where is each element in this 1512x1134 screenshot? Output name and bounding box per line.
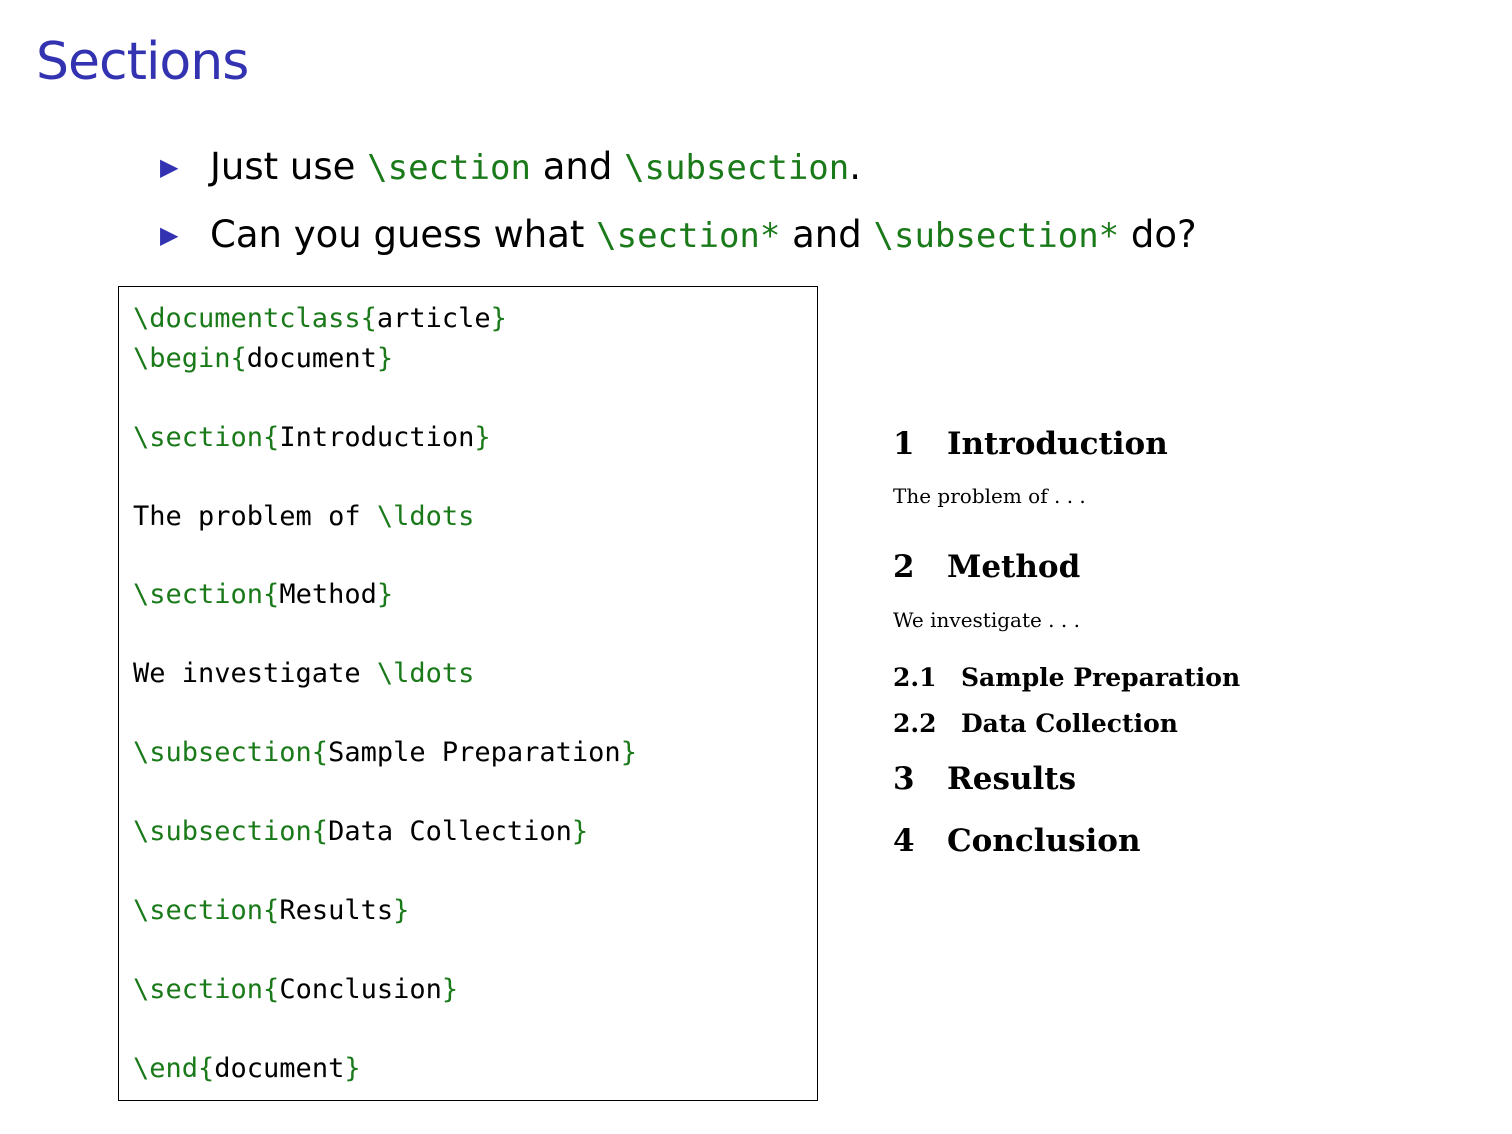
latex-command: \section{ bbox=[133, 579, 280, 610]
latex-command: \documentclass{ bbox=[133, 303, 377, 334]
code-text: Conclusion bbox=[279, 974, 442, 1005]
latex-command: \section{ bbox=[133, 422, 280, 453]
latex-command: \subsection{ bbox=[133, 816, 329, 847]
inline-code: \section bbox=[367, 148, 531, 188]
bullet-item-1: ▶ Just use \section and \subsection. bbox=[160, 138, 1197, 206]
preview-section: 2 Method bbox=[893, 549, 1080, 585]
code-text: The problem of bbox=[133, 501, 377, 532]
latex-command: } bbox=[474, 422, 491, 453]
latex-command: \ldots bbox=[376, 658, 475, 689]
bullet-text-segment: . bbox=[849, 145, 862, 188]
code-line: \section{Method} bbox=[133, 577, 393, 613]
code-line: \documentclass{article} bbox=[133, 301, 507, 337]
code-text: Method bbox=[279, 579, 377, 610]
bullet-list: ▶ Just use \section and \subsection. ▶ Can… bbox=[160, 138, 1197, 274]
heading-number: 3 bbox=[893, 761, 915, 797]
code-line: We investigate \ldots bbox=[133, 656, 474, 692]
bullet-text-segment: Can you guess what bbox=[210, 213, 597, 256]
code-text: Data Collection bbox=[328, 816, 572, 847]
bullet-text-segment: and bbox=[530, 145, 625, 188]
inline-code: \subsection* bbox=[873, 216, 1120, 256]
bullet-text-segment: do? bbox=[1119, 213, 1197, 256]
bullet-item-2: ▶ Can you guess what \section* and \subse… bbox=[160, 206, 1197, 274]
code-line: \subsection{Data Collection} bbox=[133, 814, 588, 850]
latex-command: } bbox=[620, 737, 637, 768]
code-line: The problem of \ldots bbox=[133, 499, 474, 535]
triangle-bullet-icon: ▶ bbox=[160, 221, 179, 249]
inline-code: \subsection bbox=[624, 148, 850, 188]
code-line: \begin{document} bbox=[133, 341, 393, 377]
latex-command: \section{ bbox=[133, 895, 280, 926]
preview-text: Introduction bbox=[947, 426, 1168, 462]
latex-command: \begin{ bbox=[133, 343, 247, 374]
code-text: We investigate bbox=[133, 658, 377, 689]
code-text: Introduction bbox=[279, 422, 475, 453]
heading-number: 2.1 bbox=[893, 663, 937, 692]
bullet-text-segment: Just use bbox=[210, 145, 368, 188]
preview-text: Sample Preparation bbox=[961, 663, 1241, 692]
bullet-text: Just use \section and \subsection. bbox=[210, 145, 861, 188]
preview-subsection: 2.1 Sample Preparation bbox=[893, 663, 1240, 692]
preview-para: We investigate . . . bbox=[893, 608, 1080, 632]
preview-subsection: 2.2 Data Collection bbox=[893, 709, 1178, 738]
preview-text: Method bbox=[947, 549, 1081, 585]
preview-text: Conclusion bbox=[947, 823, 1141, 859]
preview-section: 1 Introduction bbox=[893, 426, 1168, 462]
code-text: document bbox=[214, 1053, 345, 1084]
latex-source-box: \documentclass{article} \begin{document} \… bbox=[118, 286, 818, 1101]
code-text: Results bbox=[279, 895, 394, 926]
code-line: \section{Conclusion} bbox=[133, 972, 458, 1008]
inline-code: \section* bbox=[596, 216, 781, 256]
preview-text: The problem of . . . bbox=[893, 484, 1086, 508]
latex-command: \subsection{ bbox=[133, 737, 329, 768]
latex-command: } bbox=[490, 303, 507, 334]
preview-text: Data Collection bbox=[961, 709, 1178, 738]
latex-command: \ldots bbox=[376, 501, 475, 532]
code-line: \end{document} bbox=[133, 1051, 361, 1087]
latex-command: } bbox=[344, 1053, 361, 1084]
heading-number: 2 bbox=[893, 549, 915, 585]
slide-title: Sections bbox=[36, 32, 249, 92]
latex-command: } bbox=[441, 974, 459, 1005]
latex-command: } bbox=[376, 343, 394, 374]
preview-section: 4 Conclusion bbox=[893, 823, 1141, 859]
bullet-text-segment: and bbox=[780, 213, 874, 256]
code-text: document bbox=[246, 343, 377, 374]
heading-number: 2.2 bbox=[893, 709, 937, 738]
preview-text: Results bbox=[947, 761, 1077, 797]
code-text: article bbox=[376, 303, 491, 334]
code-line: \section{Introduction} bbox=[133, 420, 491, 456]
preview-section: 3 Results bbox=[893, 761, 1076, 797]
latex-command: } bbox=[376, 579, 394, 610]
latex-command: } bbox=[393, 895, 410, 926]
heading-number: 1 bbox=[893, 426, 915, 462]
preview-text: We investigate . . . bbox=[893, 608, 1080, 632]
latex-command: \section{ bbox=[133, 974, 280, 1005]
bullet-text: Can you guess what \section* and \subsec… bbox=[210, 213, 1197, 256]
code-line: \subsection{Sample Preparation} bbox=[133, 735, 637, 771]
code-text: Sample Preparation bbox=[328, 737, 621, 768]
preview-para: The problem of . . . bbox=[893, 484, 1086, 508]
heading-number: 4 bbox=[893, 823, 915, 859]
latex-command: } bbox=[571, 816, 589, 847]
latex-command: \end{ bbox=[133, 1053, 215, 1084]
code-line: \section{Results} bbox=[133, 893, 409, 929]
triangle-bullet-icon: ▶ bbox=[160, 153, 179, 181]
